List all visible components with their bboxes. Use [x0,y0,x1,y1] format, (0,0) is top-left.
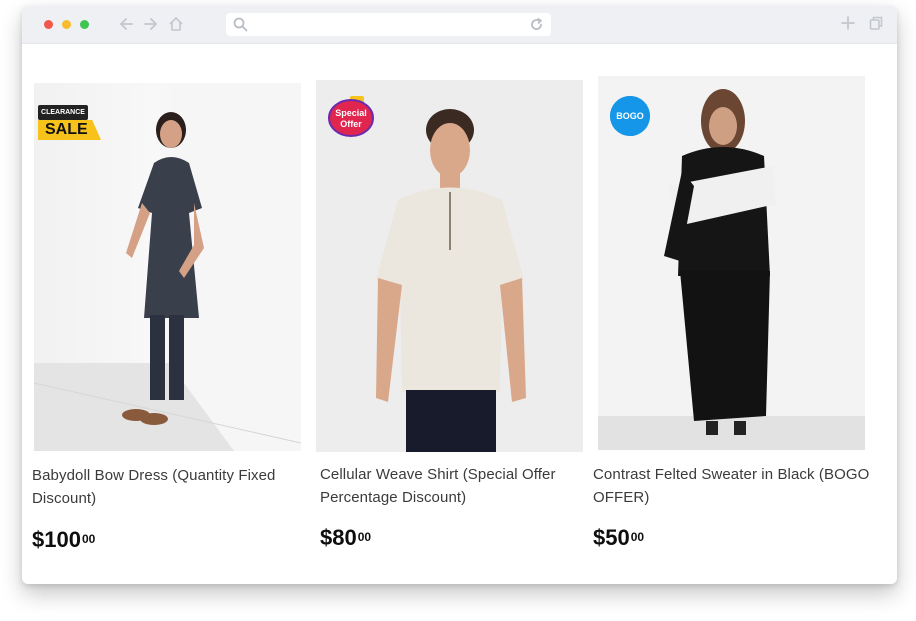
tabs-overview-icon[interactable] [868,15,884,31]
price-main: $50 [593,525,630,550]
price-cents: 00 [81,532,96,546]
browser-window: CLEARANCE SALE Babydoll Bow Dress (Quant… [22,6,897,584]
product-image[interactable]: Special Offer [316,80,583,452]
close-window-button[interactable] [44,20,53,29]
price-main: $80 [320,525,357,550]
back-arrow-icon[interactable] [118,14,136,34]
special-label: Special [335,108,367,118]
maximize-window-button[interactable] [80,20,89,29]
sale-label: SALE [38,120,101,140]
product-price: $5000 [593,525,644,551]
product-price: $8000 [320,525,371,551]
clearance-sale-badge: CLEARANCE SALE [38,105,101,141]
browser-toolbar [22,6,897,44]
product-image[interactable]: CLEARANCE SALE [34,83,301,451]
product-title[interactable]: Cellular Weave Shirt (Special Offer Perc… [320,463,585,509]
product-image[interactable]: BOGO [598,76,865,450]
address-bar[interactable] [226,13,551,36]
home-icon[interactable] [167,14,185,34]
price-main: $100 [32,527,81,552]
special-offer-badge: Special Offer [328,94,374,138]
minimize-window-button[interactable] [62,20,71,29]
new-tab-plus-icon[interactable] [840,15,856,31]
clearance-label: CLEARANCE [38,105,88,120]
price-cents: 00 [357,530,372,544]
product-price: $10000 [32,527,95,553]
price-cents: 00 [630,530,645,544]
product-title[interactable]: Contrast Felted Sweater in Black (BOGO O… [593,463,897,509]
forward-arrow-icon[interactable] [141,14,159,34]
special-offer-text: Special Offer [328,108,374,130]
bogo-badge: BOGO [610,96,650,136]
search-icon [233,17,248,32]
offer-label: Offer [340,119,362,129]
product-title[interactable]: Babydoll Bow Dress (Quantity Fixed Disco… [32,464,307,510]
reload-icon[interactable] [529,17,544,32]
